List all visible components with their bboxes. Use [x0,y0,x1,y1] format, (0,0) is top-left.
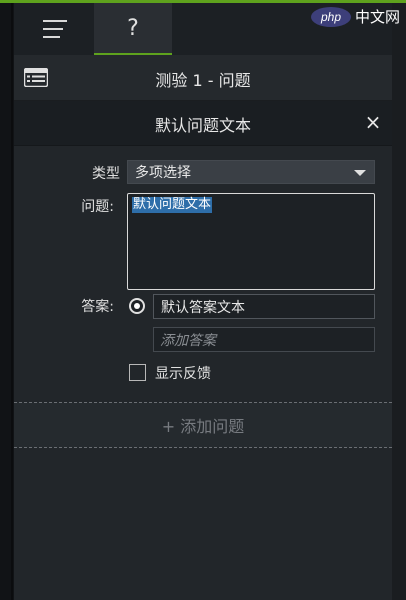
show-feedback-checkbox[interactable] [129,364,146,381]
tab-help[interactable]: ? [94,3,172,55]
hamburger-icon [43,20,67,38]
question-text: 默认问题文本 [132,197,213,213]
add-answer-input[interactable]: 添加答案 [153,327,375,352]
type-select-value: 多项选择 [135,165,191,181]
answer-label: 答案: [81,299,114,315]
type-label: 类型 [92,166,120,182]
answer-radio[interactable] [129,298,145,314]
question-textarea[interactable]: 默认问题文本 [127,193,375,290]
dropdown-arrow-icon [354,170,366,176]
close-icon[interactable]: × [362,110,384,134]
watermark: php 中文网 [310,6,400,27]
quiz-title-row: 测验 1 - 问题 [14,55,392,101]
question-header-title: 默认问题文本 [154,116,251,135]
question-label: 问题: [81,199,114,215]
type-select[interactable]: 多项选择 [127,160,375,184]
answer-input[interactable]: 默认答案文本 [153,294,375,319]
add-question-button[interactable]: + 添加问题 [14,402,392,448]
watermark-text: 中文网 [354,8,400,26]
tab-menu[interactable] [16,3,94,55]
quiz-title: 测验 1 - 问题 [155,71,251,90]
show-feedback-label: 显示反馈 [155,366,211,382]
watermark-badge: php [310,6,351,27]
question-header: 默认问题文本 × [14,101,392,146]
right-edge [392,0,406,600]
help-icon: ? [127,15,139,41]
